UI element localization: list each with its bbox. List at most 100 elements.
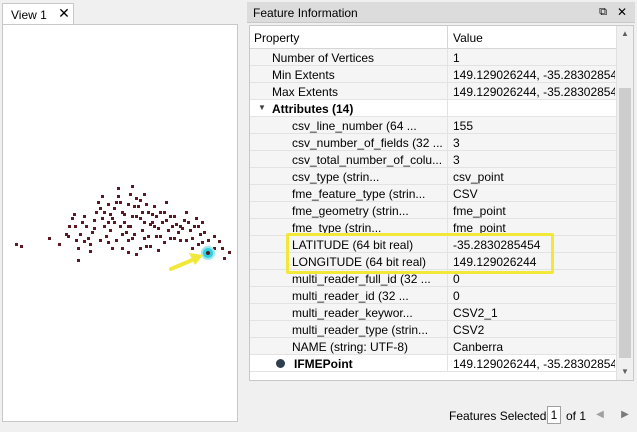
data-point[interactable] (221, 247, 224, 250)
data-point[interactable] (151, 213, 154, 216)
data-point[interactable] (195, 217, 198, 220)
data-point[interactable] (183, 219, 186, 222)
data-point[interactable] (58, 243, 61, 246)
data-point[interactable] (143, 237, 146, 240)
data-point[interactable] (97, 201, 100, 204)
data-point[interactable] (15, 243, 18, 246)
data-point[interactable] (123, 213, 126, 216)
data-point[interactable] (101, 195, 104, 198)
data-point[interactable] (109, 213, 112, 216)
data-point[interactable] (203, 231, 206, 234)
data-point[interactable] (135, 253, 138, 256)
data-point[interactable] (135, 197, 138, 200)
vertical-scrollbar[interactable]: ▲ ▼ (616, 26, 633, 380)
data-point[interactable] (20, 245, 23, 248)
data-point[interactable] (127, 203, 130, 206)
data-point[interactable] (137, 205, 140, 208)
data-point[interactable] (185, 211, 188, 214)
data-point[interactable] (131, 185, 134, 188)
column-header-value[interactable]: Value (453, 31, 483, 45)
data-point[interactable] (191, 237, 194, 240)
data-point[interactable] (99, 207, 102, 210)
data-point[interactable] (167, 229, 170, 232)
data-point[interactable] (99, 239, 102, 242)
data-point[interactable] (193, 225, 196, 228)
data-point[interactable] (93, 219, 96, 222)
scroll-up-icon[interactable]: ▲ (617, 26, 633, 42)
column-divider[interactable] (447, 26, 448, 48)
data-point[interactable] (81, 221, 84, 224)
data-point[interactable] (117, 195, 120, 198)
data-point[interactable] (119, 225, 122, 228)
data-point[interactable] (77, 259, 80, 262)
table-row[interactable]: fme_feature_type (strin... CSV (250, 185, 616, 202)
data-point[interactable] (67, 235, 70, 238)
data-point[interactable] (127, 251, 130, 254)
data-point[interactable] (223, 257, 226, 260)
data-point[interactable] (68, 225, 71, 228)
data-point[interactable] (169, 215, 172, 218)
table-row[interactable]: ▼ Attributes (14) (250, 100, 616, 117)
data-point[interactable] (139, 247, 142, 250)
data-point[interactable] (197, 225, 200, 228)
data-point[interactable] (201, 221, 204, 224)
data-point[interactable] (103, 211, 106, 214)
data-point[interactable] (143, 221, 146, 224)
scrollbar-thumb[interactable] (619, 88, 631, 358)
table-row[interactable]: multi_reader_keywor... CSV2_1 (250, 304, 616, 321)
data-point[interactable] (125, 231, 128, 234)
data-point[interactable] (71, 217, 74, 220)
data-point[interactable] (131, 237, 134, 240)
data-point[interactable] (127, 239, 130, 242)
data-point[interactable] (155, 235, 158, 238)
data-point[interactable] (131, 215, 134, 218)
data-point[interactable] (91, 231, 94, 234)
data-point[interactable] (85, 225, 88, 228)
page-number-input[interactable]: 1 (547, 406, 561, 424)
data-point[interactable] (179, 239, 182, 242)
data-point[interactable] (89, 243, 92, 246)
data-point[interactable] (159, 235, 162, 238)
data-point[interactable] (121, 247, 124, 250)
data-point[interactable] (89, 250, 92, 253)
data-point[interactable] (189, 229, 192, 232)
data-point[interactable] (175, 223, 178, 226)
table-row[interactable]: Number of Vertices 1 (250, 49, 616, 66)
data-point[interactable] (135, 215, 138, 218)
data-point[interactable] (145, 245, 148, 248)
table-row[interactable]: IFMEPoint 149.129026244, -35.2830285454 (250, 355, 616, 372)
data-point[interactable] (153, 225, 156, 228)
data-point[interactable] (149, 245, 152, 248)
data-point[interactable] (201, 241, 204, 244)
close-icon[interactable]: ✕ (615, 5, 629, 19)
data-point[interactable] (177, 231, 180, 234)
data-point[interactable] (117, 187, 120, 190)
data-point[interactable] (113, 221, 116, 224)
data-point[interactable] (101, 217, 104, 220)
data-point[interactable] (153, 205, 156, 208)
data-point[interactable] (173, 237, 176, 240)
data-point[interactable] (169, 237, 172, 240)
data-point[interactable] (107, 221, 110, 224)
data-point[interactable] (157, 227, 160, 230)
data-point[interactable] (87, 237, 90, 240)
data-point[interactable] (121, 233, 124, 236)
data-point[interactable] (123, 221, 126, 224)
view-tab[interactable]: View 1 ✕ (2, 3, 74, 24)
table-row[interactable]: csv_number_of_fields (32 ... 3 (250, 134, 616, 151)
data-point[interactable] (197, 243, 200, 246)
data-point[interactable] (207, 239, 210, 242)
data-point[interactable] (218, 240, 221, 243)
data-point[interactable] (228, 251, 231, 254)
data-point[interactable] (133, 205, 136, 208)
data-point[interactable] (159, 211, 162, 214)
data-point[interactable] (107, 241, 110, 244)
table-row[interactable]: Max Extents 149.129026244, -35.2830285454 (250, 83, 616, 100)
data-point[interactable] (157, 249, 160, 252)
table-row[interactable]: multi_reader_id (32 ... 0 (250, 287, 616, 304)
data-point[interactable] (173, 215, 176, 218)
data-point[interactable] (119, 201, 122, 204)
data-point[interactable] (75, 239, 78, 242)
data-point[interactable] (163, 211, 166, 214)
table-row[interactable]: Min Extents 149.129026244, -35.2830285454 (250, 66, 616, 83)
